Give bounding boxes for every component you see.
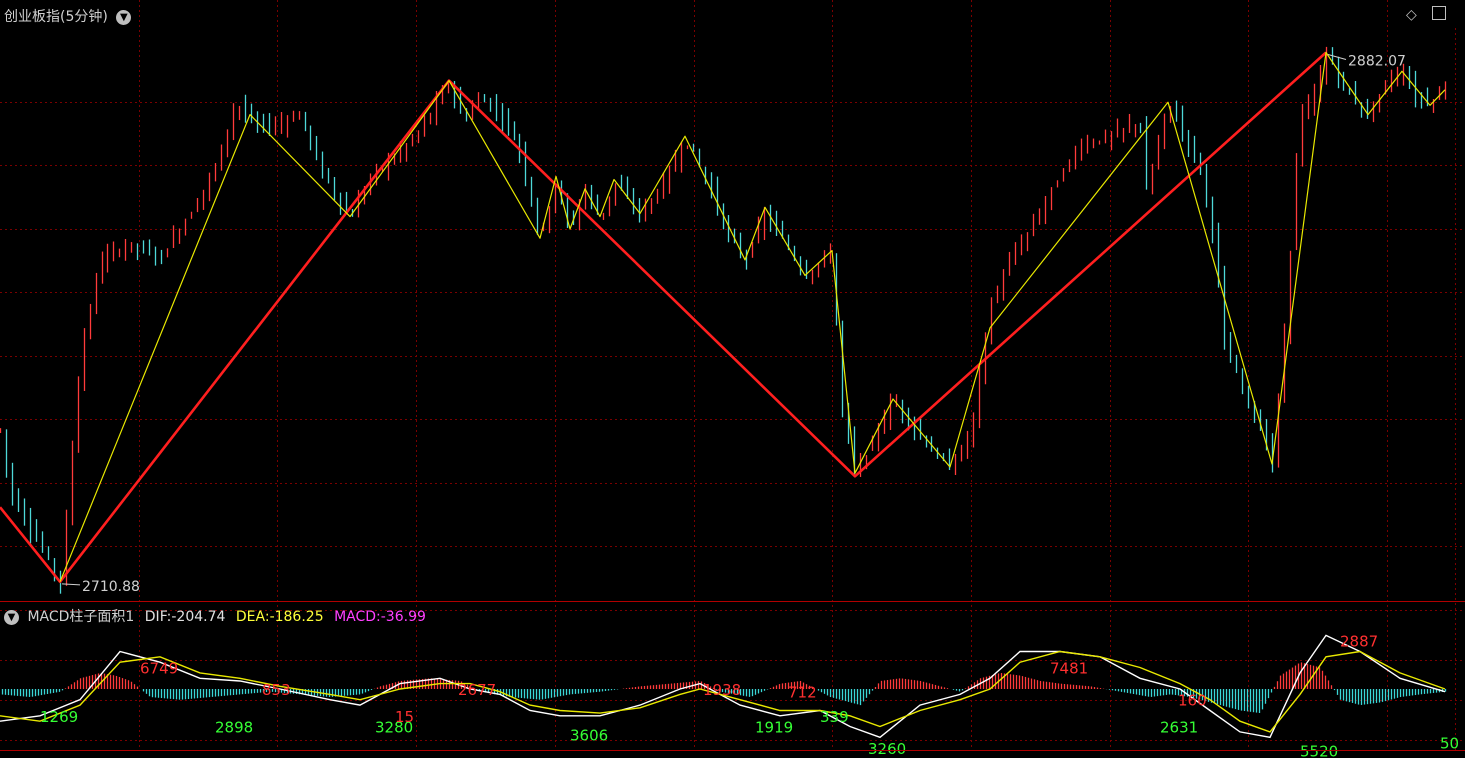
dea-value: -186.25: [269, 609, 324, 625]
macd-area-label: 853: [262, 681, 291, 699]
macd-area-label: 2677: [458, 681, 496, 699]
macd-area-label: 3260: [868, 740, 906, 758]
diamond-icon[interactable]: ◇: [1406, 7, 1417, 23]
macd-area-label: 7481: [1050, 660, 1088, 678]
major-zigzag-line: [0, 51, 1327, 584]
dif-value: -204.74: [171, 609, 226, 625]
extreme-markers: 2882.07 2710.88: [61, 54, 1406, 595]
window-toggle-icon[interactable]: [1432, 6, 1446, 20]
chevron-down-icon[interactable]: ▼: [116, 9, 132, 25]
macd-area-label: 3606: [570, 727, 608, 745]
stock-chart[interactable]: 2882.072710.88 1269674928988533280152677…: [0, 0, 1465, 758]
macd-area-label: 2898: [215, 719, 253, 737]
price-bars: [0, 46, 1447, 594]
macd-area-label: 1269: [40, 708, 78, 726]
macd-area-label: 2631: [1160, 719, 1198, 737]
macd-label: MACD:: [334, 609, 381, 625]
macd-area-label: 339: [820, 708, 849, 726]
macd-area-label: 712: [788, 684, 817, 702]
dif-label: DIF:: [144, 609, 172, 625]
macd-header: ▼ MACD柱子面积1 DIF:-204.74 DEA:-186.25 MACD…: [4, 606, 426, 626]
major-zigzag: [0, 51, 1327, 584]
high-label: 2882.07: [1348, 54, 1406, 70]
macd-area-label: 2887: [1340, 633, 1378, 651]
macd-title: MACD柱子面积1: [27, 609, 135, 625]
chart-title: 创业板指(5分钟): [4, 9, 108, 25]
chevron-down-icon[interactable]: ▼: [4, 609, 19, 625]
macd-area-label: 160: [1178, 692, 1207, 710]
macd-area-label: 6749: [140, 660, 178, 678]
low-pointer: [61, 583, 81, 586]
macd-area-label: 50: [1440, 735, 1459, 753]
chart-header: 创业板指(5分钟) ▼: [4, 6, 132, 26]
macd-value: -36.99: [380, 609, 426, 625]
macd-area-label: 1938: [703, 681, 741, 699]
macd-area-label: 15: [395, 708, 414, 726]
macd-area-label: 1919: [755, 719, 793, 737]
dea-label: DEA:: [235, 609, 270, 625]
low-label: 2710.88: [82, 579, 140, 595]
